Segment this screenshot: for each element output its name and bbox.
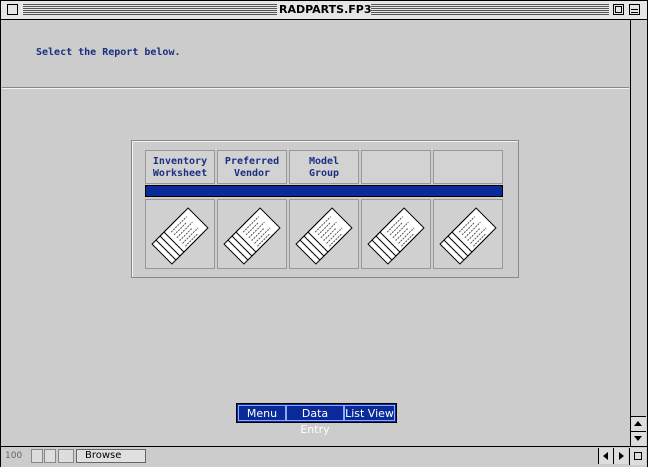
title-stripes-right <box>371 4 609 15</box>
report-pages-icon <box>439 207 497 265</box>
report-button-empty-1[interactable] <box>361 199 431 269</box>
report-button-empty-2[interactable] <box>433 199 503 269</box>
zoom-box[interactable] <box>613 4 624 15</box>
scroll-right-arrow-icon[interactable] <box>613 448 628 464</box>
report-divider-bar <box>145 185 503 197</box>
zoom-in-icon[interactable] <box>44 449 56 463</box>
report-label-model-group: Model Group <box>289 150 359 184</box>
menu-button[interactable]: Menu <box>238 405 286 421</box>
header-divider <box>2 87 629 89</box>
mode-selector[interactable]: Browse <box>76 449 146 463</box>
title-stripes-left <box>23 4 277 15</box>
header-area: Select the Report below. <box>2 20 629 86</box>
report-button-inventory-worksheet[interactable] <box>145 199 215 269</box>
horizontal-scroll-track[interactable] <box>148 448 598 465</box>
scroll-left-arrow-icon[interactable] <box>598 448 613 464</box>
close-box[interactable] <box>7 4 18 15</box>
report-button-model-group[interactable] <box>289 199 359 269</box>
report-label-empty-1 <box>361 150 431 184</box>
scroll-down-arrow-icon[interactable] <box>631 431 646 446</box>
report-pages-icon <box>295 207 353 265</box>
app-window: RADPARTS.FP3 Select the Report below. In… <box>0 0 648 467</box>
report-pages-icon <box>223 207 281 265</box>
report-label-empty-2 <box>433 150 503 184</box>
status-bar: 100 Browse <box>1 446 647 467</box>
collapse-box[interactable] <box>629 4 640 15</box>
window-title: RADPARTS.FP3 <box>279 3 372 17</box>
nav-button-group: Menu Data Entry List View <box>236 403 397 436</box>
resize-grow-icon[interactable] <box>629 448 646 465</box>
list-view-button[interactable]: List View <box>344 405 395 421</box>
title-bar[interactable]: RADPARTS.FP3 <box>1 1 647 20</box>
report-pages-icon <box>367 207 425 265</box>
zoom-out-icon[interactable] <box>31 449 43 463</box>
report-button-preferred-vendor[interactable] <box>217 199 287 269</box>
scroll-up-arrow-icon[interactable] <box>631 416 646 431</box>
zoom-level: 100 <box>5 451 23 461</box>
data-entry-button[interactable]: Data Entry <box>286 405 344 436</box>
report-label-preferred-vendor: Preferred Vendor <box>217 150 287 184</box>
report-label-inventory-worksheet: Inventory Worksheet <box>145 150 215 184</box>
vertical-scrollbar[interactable] <box>630 20 646 446</box>
status-area-toggle-icon[interactable] <box>58 449 74 463</box>
instruction-text: Select the Report below. <box>36 47 181 58</box>
report-pages-icon <box>151 207 209 265</box>
